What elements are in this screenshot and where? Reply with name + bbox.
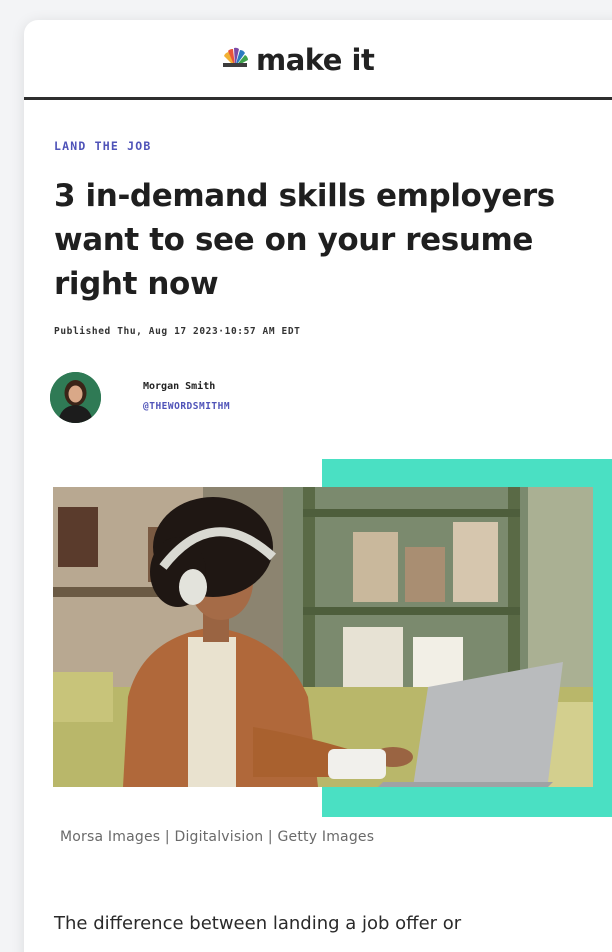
- peacock-logo-icon: [220, 47, 250, 73]
- published-timestamp: Published Thu, Aug 17 2023·10:57 AM EDT: [54, 326, 301, 337]
- masthead: make it: [24, 20, 612, 100]
- brand-logo-link[interactable]: make it: [220, 40, 375, 80]
- brand-wordmark: make it: [256, 43, 375, 77]
- article-hero-image: [53, 487, 593, 787]
- article-body-paragraph: The difference between landing a job off…: [54, 913, 462, 934]
- image-caption: Morsa Images | Digitalvision | Getty Ima…: [60, 829, 375, 845]
- article-headline: 3 in-demand skills employers want to see…: [54, 178, 555, 302]
- page: make it LAND THE JOB 3 in-demand skills …: [0, 0, 612, 952]
- author-avatar[interactable]: [50, 372, 101, 423]
- article-card: make it LAND THE JOB 3 in-demand skills …: [24, 20, 612, 952]
- section-kicker-link[interactable]: LAND THE JOB: [54, 139, 151, 153]
- author-handle-link[interactable]: @THEWORDSMITHM: [143, 401, 230, 412]
- author-name-link[interactable]: Morgan Smith: [143, 381, 215, 392]
